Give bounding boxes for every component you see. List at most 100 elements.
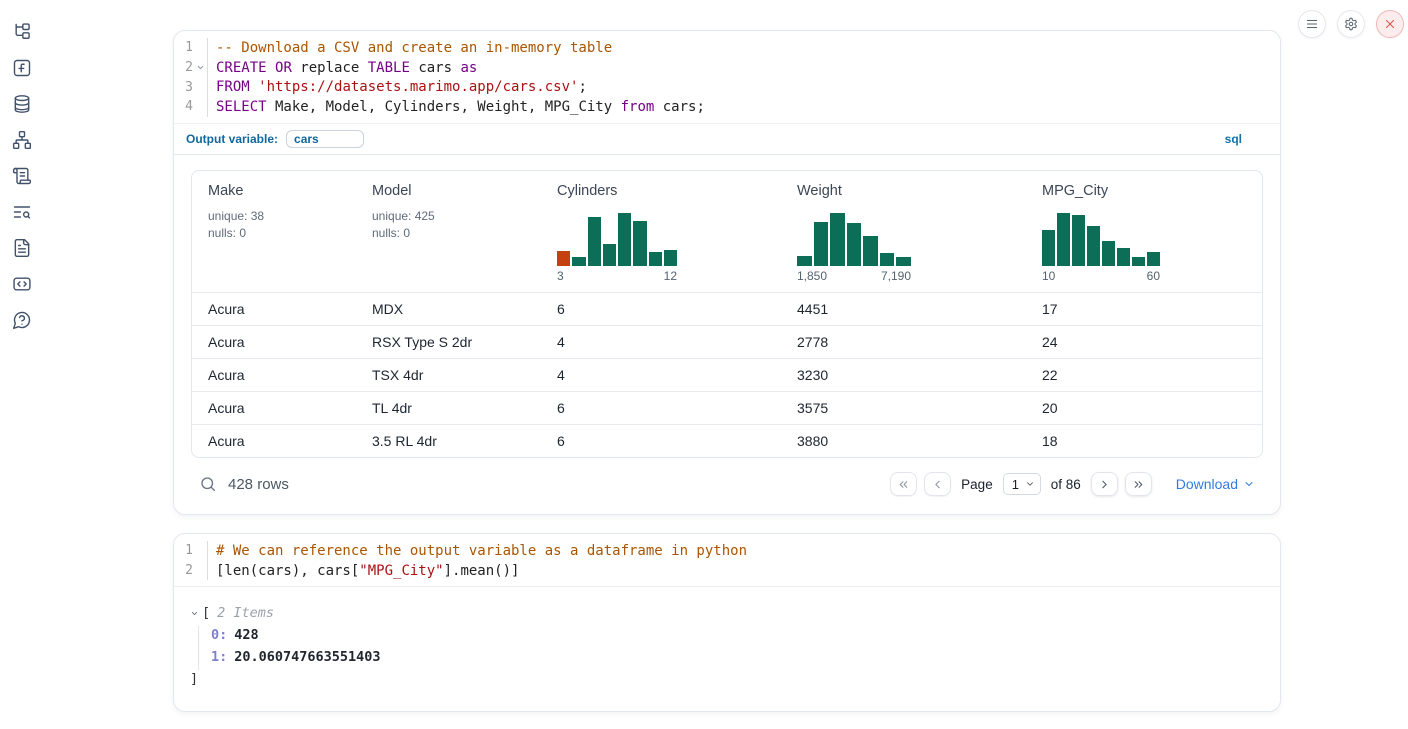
dependency-graph-icon[interactable] (12, 130, 32, 150)
download-button[interactable]: Download (1176, 476, 1255, 492)
histogram-axis-labels: 1060 (1042, 269, 1160, 283)
chevron-left-icon (931, 478, 944, 491)
table-cell: 17 (1026, 292, 1262, 325)
tree-header: [ 2 Items (190, 602, 1264, 624)
table-cell: 6 (541, 391, 781, 424)
table-cell: 24 (1026, 325, 1262, 358)
fold-chevron-icon[interactable] (193, 63, 207, 72)
histogram-bar (557, 251, 570, 266)
pagination: Page 1 of 86 Download (890, 472, 1255, 496)
menu-button[interactable] (1298, 10, 1326, 38)
histogram-bar (572, 257, 585, 266)
settings-button[interactable] (1337, 10, 1365, 38)
entry-value: 20.060747663551403 (234, 649, 380, 665)
gutter: 3 (174, 77, 207, 97)
documentation-icon[interactable] (12, 238, 32, 258)
table-row: Acura3.5 RL 4dr6388018 (192, 424, 1262, 457)
line-number: 2 (174, 60, 193, 75)
help-icon[interactable] (12, 310, 32, 330)
table-cell: 6 (541, 292, 781, 325)
code-line[interactable]: 2 [len(cars), cars["MPG_City"].mean()] (174, 561, 1280, 581)
language-badge[interactable]: sql (1225, 132, 1242, 146)
data-table: Makeunique: 38nulls: 0 Model unique: 425nu… (191, 170, 1263, 459)
code-content: FROM 'https://datasets.marimo.app/cars.c… (207, 77, 1280, 97)
histogram-bar (1147, 252, 1160, 266)
code-line[interactable]: 3FROM 'https://datasets.marimo.app/cars.… (174, 77, 1280, 97)
settings-icon (1344, 17, 1358, 31)
search-icon[interactable] (199, 475, 217, 493)
sql-code-editor[interactable]: 1-- Download a CSV and create an in-memo… (174, 31, 1280, 123)
output-variable-input[interactable] (286, 130, 364, 148)
page-select[interactable]: 1 (1003, 473, 1041, 495)
table-cell: 22 (1026, 358, 1262, 391)
prev-page-button[interactable] (924, 472, 951, 496)
histogram-bar (1042, 230, 1055, 266)
histogram-bar (588, 217, 601, 266)
table-cell: 3880 (781, 424, 1026, 457)
file-tree-icon[interactable] (12, 22, 32, 42)
snippets-icon[interactable] (12, 274, 32, 294)
table-row: AcuraRSX Type S 2dr4277824 (192, 325, 1262, 358)
items-count-label: 2 Items (217, 605, 274, 621)
line-number: 4 (174, 99, 193, 114)
code-content: CREATE OR replace TABLE cars as (207, 58, 1280, 78)
shutdown-button[interactable] (1376, 10, 1404, 38)
table-cell: TL 4dr (356, 391, 541, 424)
last-page-button[interactable] (1125, 472, 1152, 496)
code-content: # We can reference the output variable a… (207, 541, 1280, 561)
code-content: SELECT Make, Model, Cylinders, Weight, M… (207, 97, 1280, 117)
column-header-make[interactable]: Makeunique: 38nulls: 0 (192, 171, 356, 293)
histogram-bar (797, 256, 812, 266)
scratchpad-icon[interactable] (12, 166, 32, 186)
histogram-bar (1087, 226, 1100, 266)
code-content: [len(cars), cars["MPG_City"].mean()] (207, 561, 1280, 581)
chevrons-left-icon (897, 478, 910, 491)
code-content: -- Download a CSV and create an in-memor… (207, 38, 1280, 58)
table-row: AcuraTL 4dr6357520 (192, 391, 1262, 424)
line-number: 2 (174, 563, 193, 578)
code-line[interactable]: 2 CREATE OR replace TABLE cars as (174, 58, 1280, 78)
table-cell: 3575 (781, 391, 1026, 424)
histogram-bar (814, 222, 829, 266)
tree-footer: ] (190, 668, 1264, 690)
row-count: 428 rows (228, 476, 289, 493)
python-code-editor[interactable]: 1 # We can reference the output variable … (174, 534, 1280, 586)
column-header-cylinders[interactable]: Cylinders312 (541, 171, 781, 293)
page-select-value: 1 (1012, 477, 1019, 492)
topbar (1298, 10, 1404, 38)
menu-icon (1305, 17, 1319, 31)
table-cell: MDX (356, 292, 541, 325)
table-cell: Acura (192, 292, 356, 325)
column-histogram (1042, 212, 1160, 266)
column-header-mpg_city[interactable]: MPG_City1060 (1026, 171, 1262, 293)
column-header-weight[interactable]: Weight1,8507,190 (781, 171, 1026, 293)
logs-search-icon[interactable] (12, 202, 32, 222)
column-header-model[interactable]: Model unique: 425nulls: 0 (356, 171, 541, 293)
column-stats: unique: 38nulls: 0 (208, 208, 340, 242)
variables-icon[interactable] (12, 58, 32, 78)
sql-cell: 1 -- Download a CSV and create an in-memo… (173, 30, 1281, 515)
sidebar (0, 0, 44, 729)
chevron-down-icon (1243, 478, 1255, 490)
histogram-bar (618, 213, 631, 266)
datasources-icon[interactable] (12, 94, 32, 114)
code-line[interactable]: 1 # We can reference the output variable … (174, 541, 1280, 561)
collapse-chevron-icon[interactable] (190, 609, 199, 618)
table-cell: Acura (192, 424, 356, 457)
page-label: Page (961, 477, 993, 492)
table-cell: TSX 4dr (356, 358, 541, 391)
code-line[interactable]: 4 SELECT Make, Model, Cylinders, Weight, … (174, 97, 1280, 117)
tree-entry: 1:20.060747663551403 (190, 646, 1264, 668)
code-line[interactable]: 1-- Download a CSV and create an in-memo… (174, 38, 1280, 58)
output-tree: [ 2 Items 0:4281:20.060747663551403 ] (174, 586, 1280, 690)
gutter: 4 (174, 97, 207, 117)
table-cell: 4451 (781, 292, 1026, 325)
next-page-button[interactable] (1091, 472, 1118, 496)
histogram-axis-labels: 1,8507,190 (797, 269, 911, 283)
first-page-button[interactable] (890, 472, 917, 496)
line-number: 1 (174, 543, 193, 558)
column-stats: unique: 425nulls: 0 (372, 208, 525, 242)
column-label: Model (372, 183, 525, 199)
table-cell: 20 (1026, 391, 1262, 424)
tree-indent-guide (198, 626, 199, 670)
